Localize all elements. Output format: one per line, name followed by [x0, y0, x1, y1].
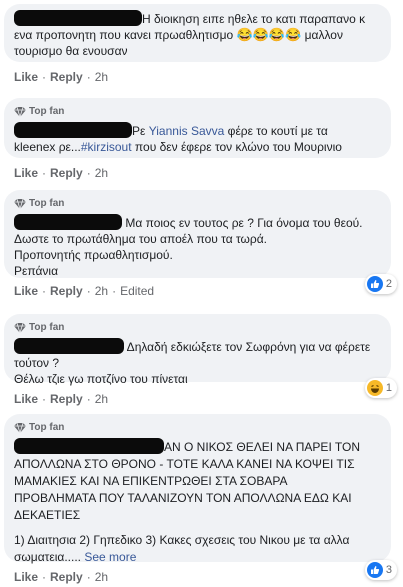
redacted-author-name: [14, 338, 124, 354]
comment-bubble: Top fan Δηλαδή εδκιώξετε τον Σωφρόνη για…: [4, 314, 391, 386]
reply-link[interactable]: Reply: [50, 392, 83, 406]
reaction-summary[interactable]: 1: [364, 378, 397, 398]
like-reaction-icon: [366, 562, 383, 578]
comment-line: τουρισμο θα ενουσαν: [14, 44, 128, 58]
comment-bubble: Top fan Ρε Yiannis Savva φέρε το κουτί μ…: [4, 98, 391, 158]
comment-actions: Like · Reply · 2h: [14, 392, 109, 406]
top-fan-diamond-icon: [14, 323, 26, 333]
like-reaction-icon: [366, 276, 383, 292]
redacted-author-name: [14, 10, 142, 26]
comment-bubble: Top fan Μα ποιος εν τουτος ρε ? Για όνομ…: [4, 190, 391, 278]
comment-actions: Like · Reply · 2h: [14, 70, 109, 84]
comment-text: Μα ποιος εν τουτος ρε ? Για όνομα του θε…: [14, 214, 363, 278]
comment-text: Δηλαδή εδκιώξετε τον Σωφρόνη για να φέρε…: [14, 338, 371, 386]
hashtag-link[interactable]: #kirzisout: [81, 140, 132, 154]
reply-link[interactable]: Reply: [50, 570, 83, 584]
reaction-summary[interactable]: 2: [364, 274, 397, 294]
comment-actions: Like · Reply · 2h · Edited: [14, 284, 155, 298]
see-more-link[interactable]: See more: [84, 550, 136, 564]
like-link[interactable]: Like: [14, 570, 38, 584]
redacted-author-name: [14, 122, 132, 138]
like-link[interactable]: Like: [14, 70, 38, 84]
top-fan-badge: Top fan: [14, 104, 381, 120]
top-fan-badge: Top fan: [14, 320, 381, 336]
comment-actions: Like · Reply · 2h: [14, 570, 109, 584]
like-link[interactable]: Like: [14, 166, 38, 180]
mention-link[interactable]: Yiannis Savva: [149, 124, 225, 138]
comment-bubble: Η διοικηση ειπε ηθελε το κατι παραπανο κ…: [4, 4, 391, 62]
like-link[interactable]: Like: [14, 392, 38, 406]
comment-text: Ρε Yiannis Savva φέρε το κουτί με τα kle…: [14, 122, 342, 154]
redacted-author-name: [14, 214, 122, 230]
comment-bubble: Top fan ΑΝ Ο ΝΙΚΟΣ ΘΕΛΕΙ ΝΑ ΠΑΡΕΙ ΤΟΝ ΑΠ…: [4, 414, 391, 564]
comment-line: Η διοικηση ειπε ηθελε το κατι παραπανο κ: [142, 12, 366, 26]
timestamp[interactable]: 2h: [95, 392, 108, 406]
laughing-emoji-icons: 😂😂😂😂: [236, 27, 302, 42]
reaction-count: 3: [385, 564, 392, 576]
like-link[interactable]: Like: [14, 284, 38, 298]
top-fan-diamond-icon: [14, 199, 26, 209]
reaction-count: 1: [385, 382, 392, 394]
redacted-author-name: [14, 438, 164, 454]
top-fan-badge: Top fan: [14, 420, 381, 436]
comment-line: ενα προπονητη που κανει πρωαθλητισμο: [14, 28, 234, 42]
reaction-count: 2: [385, 278, 392, 290]
comment-text: ΑΝ Ο ΝΙΚΟΣ ΘΕΛΕΙ ΝΑ ΠΑΡΕΙ ΤΟΝ ΑΠΟΛΛΩΝΑ Σ…: [14, 438, 361, 564]
timestamp[interactable]: 2h: [95, 570, 108, 584]
haha-reaction-icon: [366, 380, 383, 396]
top-fan-badge: Top fan: [14, 196, 381, 212]
timestamp[interactable]: 2h: [95, 166, 108, 180]
top-fan-diamond-icon: [14, 107, 26, 117]
reply-link[interactable]: Reply: [50, 166, 83, 180]
comment-actions: Like · Reply · 2h: [14, 166, 109, 180]
reply-link[interactable]: Reply: [50, 70, 83, 84]
comment-text: Η διοικηση ειπε ηθελε το κατι παραπανο κ…: [14, 10, 381, 59]
timestamp[interactable]: 2h: [95, 70, 108, 84]
timestamp[interactable]: 2h: [95, 284, 108, 298]
top-fan-diamond-icon: [14, 423, 26, 433]
edited-label[interactable]: Edited: [120, 284, 154, 298]
reply-link[interactable]: Reply: [50, 284, 83, 298]
reaction-summary[interactable]: 3: [364, 560, 397, 580]
comment-line: μαλλον: [304, 28, 343, 42]
